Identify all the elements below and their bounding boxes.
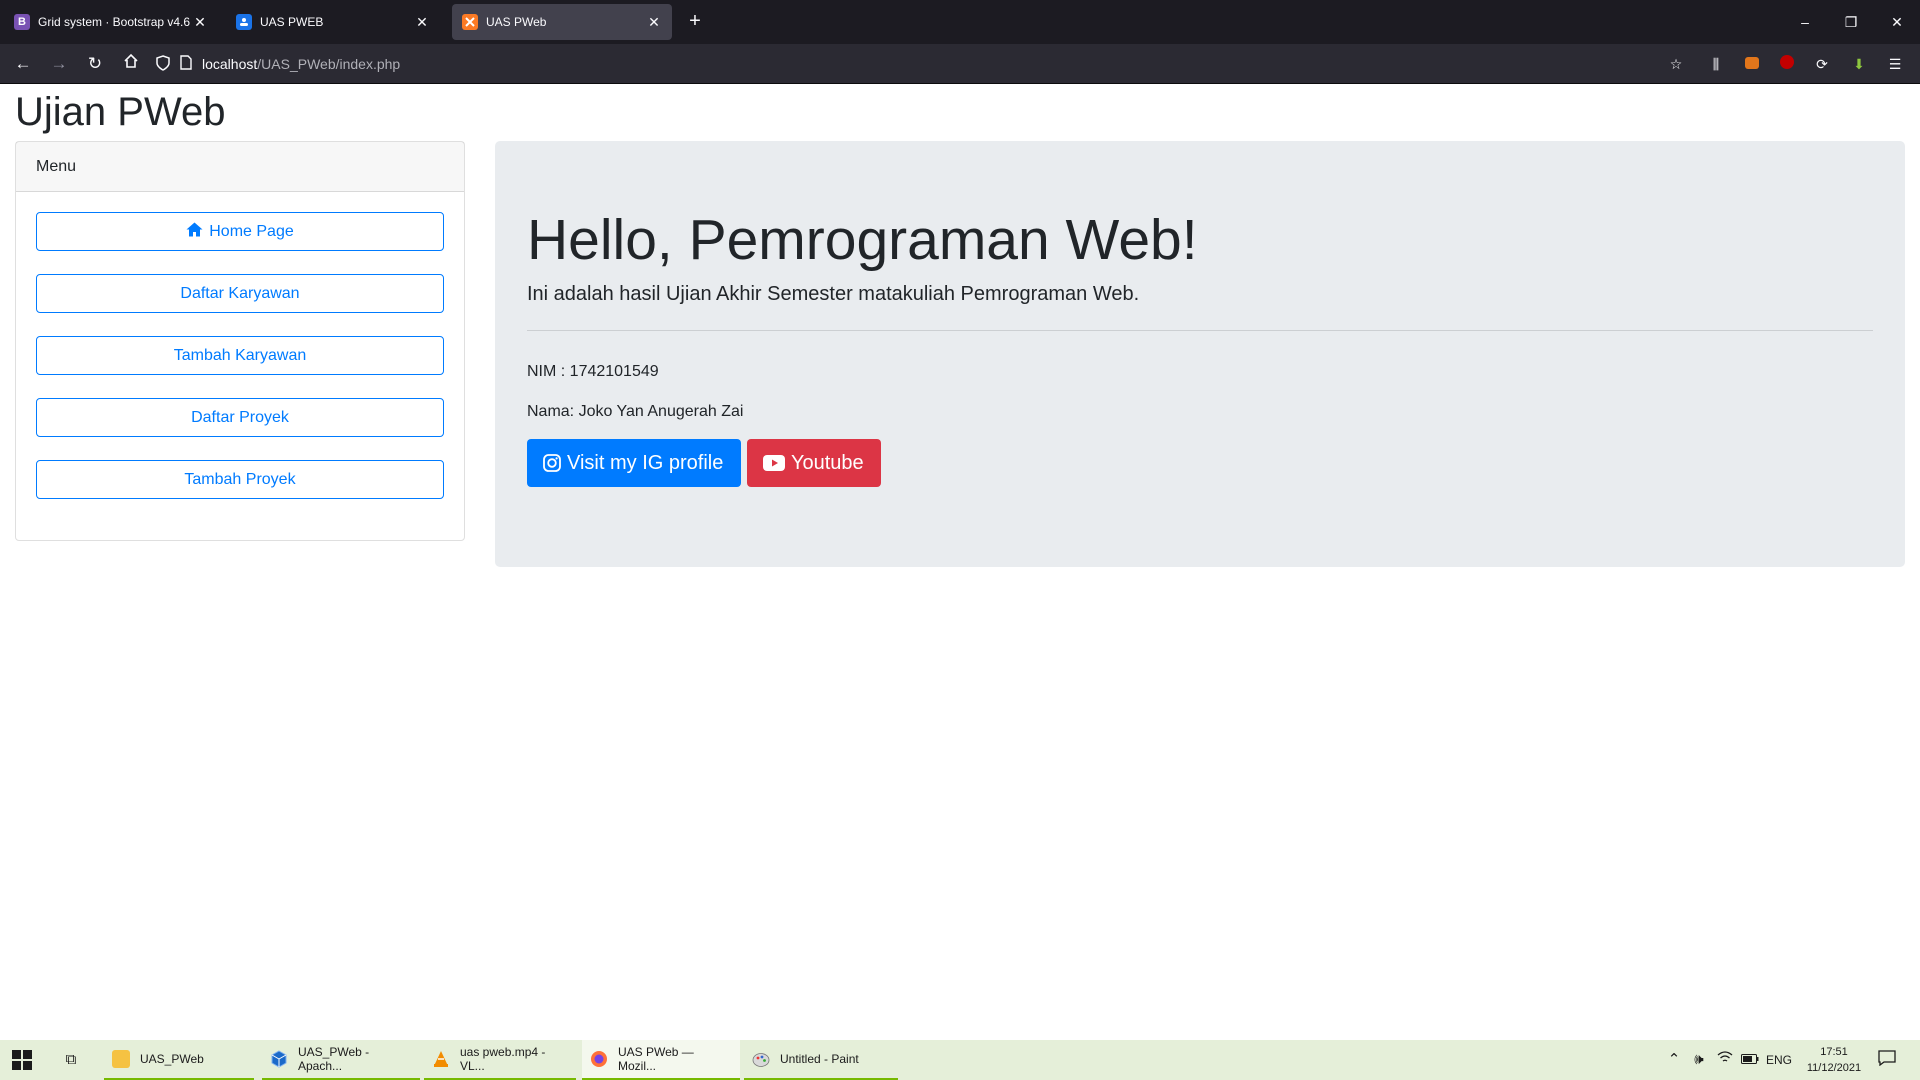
shield-icon[interactable] bbox=[156, 54, 170, 74]
url-path: /UAS_PWeb/index.php bbox=[257, 56, 401, 72]
jumbotron-heading: Hello, Pemrograman Web! bbox=[527, 208, 1198, 272]
browser-tab-uas-pweb[interactable]: UAS PWEB ✕ bbox=[226, 4, 440, 40]
tab-title: UAS PWeb bbox=[486, 15, 547, 29]
volume-icon[interactable]: 🕪 bbox=[1689, 1050, 1709, 1070]
browser-tab-bootstrap[interactable]: B Grid system · Bootstrap v4.6 ✕ bbox=[4, 4, 218, 40]
home-icon bbox=[186, 222, 203, 242]
tambah-karyawan-button[interactable]: Tambah Karyawan bbox=[36, 336, 444, 375]
back-icon[interactable]: ← bbox=[11, 52, 35, 76]
tab-title: Grid system · Bootstrap v4.6 bbox=[38, 15, 191, 29]
tab-title: UAS PWEB bbox=[260, 15, 324, 29]
battery-icon[interactable] bbox=[1740, 1050, 1760, 1070]
page-icon bbox=[180, 55, 192, 73]
home-icon[interactable] bbox=[119, 52, 143, 76]
close-icon[interactable]: ✕ bbox=[646, 14, 662, 31]
close-icon[interactable]: ✕ bbox=[414, 14, 430, 31]
xampp-icon bbox=[462, 14, 478, 30]
close-window-icon[interactable]: ✕ bbox=[1874, 0, 1920, 44]
wifi-icon[interactable] bbox=[1715, 1050, 1735, 1070]
taskbar-item-paint[interactable]: Untitled - Paint bbox=[744, 1040, 898, 1080]
daftar-proyek-button[interactable]: Daftar Proyek bbox=[36, 398, 444, 437]
taskbar-item-label: UAS PWeb — Mozil... bbox=[618, 1045, 694, 1073]
classroom-icon bbox=[236, 14, 252, 30]
metamask-icon[interactable] bbox=[1742, 54, 1762, 74]
minimize-icon[interactable]: – bbox=[1782, 0, 1828, 44]
page-content: Ujian PWeb Menu Home Page Daftar Karyawa… bbox=[0, 85, 1920, 1039]
instagram-icon bbox=[543, 454, 561, 472]
clock-time: 17:51 bbox=[1820, 1046, 1848, 1058]
sync-icon[interactable]: ⟳ bbox=[1812, 54, 1832, 74]
library-icon[interactable]: ⫼ bbox=[1706, 54, 1726, 74]
menu-card-header: Menu bbox=[16, 142, 464, 192]
language-indicator[interactable]: ENG bbox=[1766, 1040, 1792, 1080]
clock-date: 11/12/2021 bbox=[1806, 1062, 1862, 1074]
bootstrap-icon: B bbox=[14, 14, 30, 30]
daftar-karyawan-button[interactable]: Daftar Karyawan bbox=[36, 274, 444, 313]
jumbotron-lead: Ini adalah hasil Ujian Akhir Semester ma… bbox=[527, 283, 1140, 305]
jumbotron: Hello, Pemrograman Web! Ini adalah hasil… bbox=[495, 141, 1905, 567]
url-host: localhost bbox=[202, 56, 258, 72]
taskbar-item-firefox[interactable]: UAS PWeb — Mozil... bbox=[582, 1040, 740, 1080]
system-clock[interactable]: 17:51 11/12/2021 bbox=[1796, 1044, 1872, 1076]
youtube-button-label: Youtube bbox=[791, 451, 864, 474]
browser-navbar: ← → ↻ localhost/UAS_PWeb/index.php ☆ ⫼ ⟳… bbox=[0, 44, 1920, 84]
page-title: Ujian PWeb bbox=[15, 90, 226, 134]
chevron-up-icon[interactable]: ⌃ bbox=[1664, 1050, 1684, 1070]
task-view-icon[interactable]: ⧉ bbox=[61, 1050, 81, 1070]
windows-start-icon[interactable] bbox=[12, 1050, 32, 1070]
download-icon[interactable]: ⬇ bbox=[1849, 54, 1869, 74]
tambah-proyek-button[interactable]: Tambah Proyek bbox=[36, 460, 444, 499]
youtube-icon bbox=[763, 455, 785, 471]
browser-tab-bar: B Grid system · Bootstrap v4.6 ✕ UAS PWE… bbox=[0, 0, 1920, 44]
vlc-icon bbox=[432, 1050, 450, 1068]
bookmark-star-icon[interactable]: ☆ bbox=[1666, 54, 1686, 74]
nama-text: Nama: Joko Yan Anugerah Zai bbox=[527, 403, 744, 420]
reload-icon[interactable]: ↻ bbox=[83, 52, 107, 76]
tambah-karyawan-label: Tambah Karyawan bbox=[173, 346, 307, 364]
nim-text: NIM : 1742101549 bbox=[527, 363, 659, 380]
tambah-proyek-label: Tambah Proyek bbox=[184, 470, 296, 488]
url-bar[interactable]: localhost/UAS_PWeb/index.php bbox=[156, 50, 1676, 78]
folder-icon bbox=[112, 1050, 130, 1068]
taskbar-item-label: UAS_PWeb bbox=[140, 1052, 204, 1066]
youtube-button[interactable]: Youtube bbox=[747, 439, 881, 487]
taskbar-item-label: UAS_PWeb - Apach... bbox=[298, 1045, 370, 1073]
browser-tab-active[interactable]: UAS PWeb ✕ bbox=[452, 4, 672, 40]
home-page-label: Home Page bbox=[209, 222, 294, 240]
paint-icon bbox=[752, 1050, 770, 1068]
instagram-button-label: Visit my IG profile bbox=[567, 451, 724, 474]
close-icon[interactable]: ✕ bbox=[192, 14, 208, 31]
notification-icon[interactable] bbox=[1877, 1050, 1897, 1070]
daftar-proyek-label: Daftar Proyek bbox=[191, 408, 289, 426]
taskbar-item-explorer[interactable]: UAS_PWeb bbox=[104, 1040, 254, 1080]
firefox-icon bbox=[590, 1050, 608, 1068]
menu-card: Menu Home Page Daftar Karyawan Tambah Ka… bbox=[15, 141, 465, 541]
home-page-button[interactable]: Home Page bbox=[36, 212, 444, 251]
daftar-karyawan-label: Daftar Karyawan bbox=[180, 284, 300, 302]
taskbar-item-vlc[interactable]: uas pweb.mp4 - VL... bbox=[424, 1040, 576, 1080]
windows-taskbar: ⧉ UAS_PWeb UAS_PWeb - Apach... uas pweb.… bbox=[0, 1040, 1920, 1080]
new-tab-button[interactable]: + bbox=[684, 10, 706, 32]
forward-icon[interactable]: → bbox=[47, 52, 71, 76]
taskbar-item-netbeans[interactable]: UAS_PWeb - Apach... bbox=[262, 1040, 420, 1080]
taskbar-item-label: Untitled - Paint bbox=[780, 1052, 859, 1066]
restore-icon[interactable]: ❐ bbox=[1828, 0, 1874, 44]
divider bbox=[527, 330, 1873, 331]
ublock-icon[interactable] bbox=[1777, 54, 1797, 74]
taskbar-item-label: uas pweb.mp4 - VL... bbox=[460, 1045, 546, 1073]
menu-icon[interactable]: ☰ bbox=[1885, 54, 1905, 74]
netbeans-icon bbox=[270, 1050, 288, 1068]
instagram-button[interactable]: Visit my IG profile bbox=[527, 439, 741, 487]
